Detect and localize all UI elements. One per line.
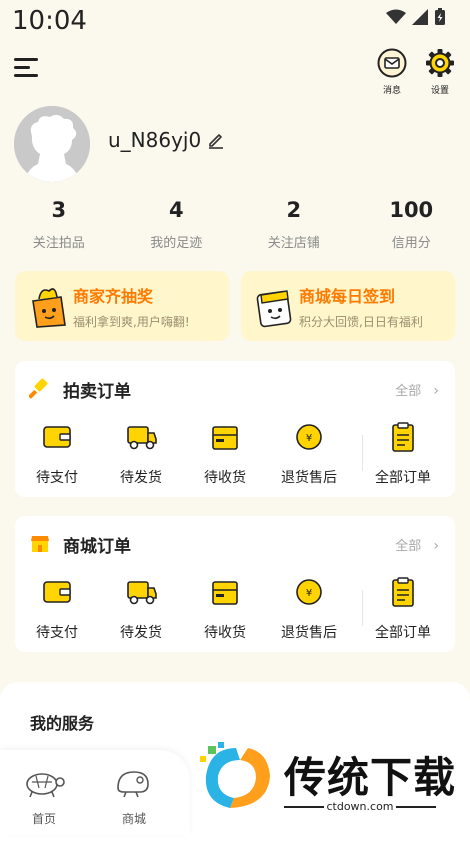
order-pending-receipt[interactable]: 待收货 (183, 576, 267, 642)
gift-bag-icon (25, 285, 71, 329)
order-status-label: 全部订单 (351, 622, 455, 642)
turtle-icon (22, 764, 66, 800)
tab-label: 首页 (14, 810, 74, 827)
stat-label: 信用分 (353, 232, 470, 251)
watermark-url: ctdown.com (284, 800, 436, 813)
wallet-icon (40, 421, 74, 453)
watermark-logo (196, 742, 276, 814)
card-title: 拍卖订单 (63, 377, 131, 402)
order-after-sales[interactable]: ¥ 退货售后 (267, 576, 351, 642)
order-status-label: 待收货 (183, 467, 267, 487)
order-status-label: 待发货 (99, 467, 183, 487)
card-title: 商城订单 (63, 532, 131, 557)
order-all[interactable]: 全部订单 (351, 421, 455, 487)
promo-title: 商家齐抽奖 (73, 283, 153, 307)
view-all-link[interactable]: 全部 › (395, 535, 439, 554)
stat-value: 3 (0, 198, 118, 222)
truck-icon (124, 576, 158, 608)
menu-icon[interactable] (14, 58, 38, 78)
box-icon (208, 421, 242, 453)
view-all-label: 全部 (395, 539, 421, 554)
watermark-title: 传统下载 (284, 744, 456, 805)
stat-label: 关注拍品 (0, 232, 118, 251)
tab-mall[interactable]: 商城 (104, 764, 164, 827)
order-pending-payment[interactable]: 待支付 (15, 421, 99, 487)
stat-followed-items[interactable]: 3 关注拍品 (0, 198, 118, 251)
svg-text:¥: ¥ (306, 588, 312, 599)
view-all-link[interactable]: 全部 › (395, 380, 439, 399)
order-status-label: 待收货 (183, 622, 267, 642)
messages-button[interactable]: 消息 (373, 48, 411, 96)
stat-credit-score[interactable]: 100 信用分 (353, 198, 470, 251)
status-time: 10:04 (12, 6, 87, 36)
stats-row: 3 关注拍品 4 我的足迹 2 关注店铺 100 信用分 (0, 198, 470, 251)
signal-icon (412, 9, 428, 25)
status-icons (386, 8, 446, 26)
order-after-sales[interactable]: ¥ 退货售后 (267, 421, 351, 487)
promo-lottery[interactable]: 商家齐抽奖 福利拿到爽,用户嗨翻! (15, 271, 229, 341)
divider (362, 435, 363, 471)
clipboard-icon (386, 576, 420, 608)
order-pending-shipment[interactable]: 待发货 (99, 576, 183, 642)
promo-subtitle: 积分大回馈,日日有福利 (299, 313, 423, 330)
order-pending-payment[interactable]: 待支付 (15, 576, 99, 642)
order-status-label: 待支付 (15, 467, 99, 487)
stat-label: 关注店铺 (235, 232, 353, 251)
order-status-label: 待支付 (15, 622, 99, 642)
status-bar: 10:04 (0, 0, 470, 40)
stat-value: 4 (118, 198, 236, 222)
gear-icon (425, 48, 455, 78)
refund-coin-icon: ¥ (292, 576, 326, 608)
stat-footprints[interactable]: 4 我的足迹 (118, 198, 236, 251)
box-icon (208, 576, 242, 608)
promo-checkin[interactable]: 商城每日签到 积分大回馈,日日有福利 (241, 271, 455, 341)
watermark: 传统下载 ctdown.com (196, 740, 470, 836)
order-status-label: 退货售后 (267, 622, 351, 642)
tab-home[interactable]: 首页 (14, 764, 74, 827)
mall-orders-card: 商城订单 全部 › 待支付 待发货 待收货 ¥ 退货售后 全部订单 (15, 516, 455, 652)
refund-coin-icon: ¥ (292, 421, 326, 453)
svg-text:¥: ¥ (306, 433, 312, 444)
order-pending-receipt[interactable]: 待收货 (183, 421, 267, 487)
promo-subtitle: 福利拿到爽,用户嗨翻! (73, 313, 190, 330)
order-all[interactable]: 全部订单 (351, 576, 455, 642)
calendar-icon (251, 285, 297, 329)
wallet-icon (40, 576, 74, 608)
battery-icon (434, 8, 446, 26)
stat-followed-shops[interactable]: 2 关注店铺 (235, 198, 353, 251)
store-icon (29, 532, 51, 554)
gavel-icon (29, 377, 51, 399)
auction-orders-card: 拍卖订单 全部 › 待支付 待发货 待收货 ¥ 退货售后 全部订单 (15, 361, 455, 497)
promo-title: 商城每日签到 (299, 283, 395, 307)
services-title: 我的服务 (30, 710, 94, 734)
stat-label: 我的足迹 (118, 232, 236, 251)
edit-icon[interactable] (207, 131, 225, 149)
default-avatar-icon (14, 106, 90, 182)
order-status-row: 待支付 待发货 待收货 ¥ 退货售后 全部订单 (15, 576, 455, 642)
avatar[interactable] (14, 106, 90, 182)
settings-button[interactable]: 设置 (421, 48, 459, 96)
wifi-icon (386, 9, 406, 25)
order-status-row: 待支付 待发货 待收货 ¥ 退货售后 全部订单 (15, 421, 455, 487)
bottom-tab-bar: 首页 商城 (0, 750, 190, 836)
stat-value: 100 (353, 198, 470, 222)
chevron-right-icon: › (433, 383, 439, 399)
order-status-label: 退货售后 (267, 467, 351, 487)
messages-label: 消息 (373, 83, 411, 96)
message-icon (377, 48, 407, 78)
username: u_N86yj0 (108, 128, 201, 152)
divider (362, 590, 363, 626)
order-status-label: 全部订单 (351, 467, 455, 487)
chevron-right-icon: › (433, 538, 439, 554)
truck-icon (124, 421, 158, 453)
order-pending-shipment[interactable]: 待发货 (99, 421, 183, 487)
clipboard-icon (386, 421, 420, 453)
tab-label: 商城 (104, 810, 164, 827)
order-status-label: 待发货 (99, 622, 183, 642)
settings-label: 设置 (421, 83, 459, 96)
view-all-label: 全部 (395, 384, 421, 399)
chameleon-icon (112, 764, 156, 800)
stat-value: 2 (235, 198, 353, 222)
